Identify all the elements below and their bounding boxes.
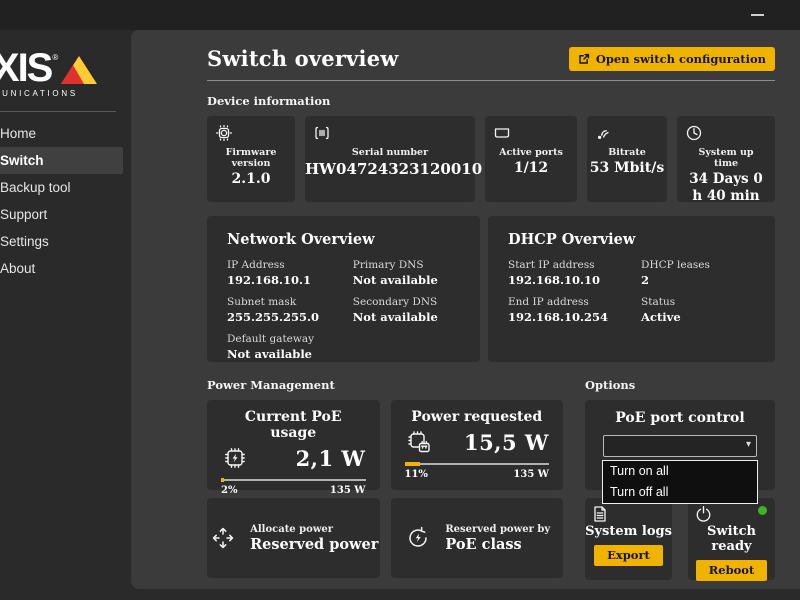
poe-usage-max: 135 W: [330, 485, 366, 496]
minimize-icon[interactable]: [751, 14, 764, 16]
axis-triangle-icon: [61, 56, 97, 84]
section-device-information: Device information: [207, 94, 775, 108]
dhcp-overview-card: DHCP Overview Start IP address 192.168.1…: [488, 216, 775, 362]
sidebar-item-switch[interactable]: Switch: [0, 147, 123, 174]
network-overview-title: Network Overview: [227, 231, 460, 248]
move-arrows-icon: [208, 523, 238, 553]
reserved-power-by-poe-class-tile[interactable]: Reserved power by PoE class: [391, 498, 564, 578]
default-gateway-field: Default gateway Not available: [227, 333, 343, 361]
axis-logo: AXIS ® COMMUNICATIONS: [0, 52, 130, 98]
page-title: Switch overview: [207, 46, 399, 71]
poe-class-value: PoE class: [445, 536, 550, 553]
header-divider: [207, 80, 775, 81]
export-button[interactable]: Export: [594, 545, 663, 566]
barcode-icon: [313, 124, 331, 142]
open-switch-configuration-label: Open switch configuration: [596, 52, 766, 66]
overview-row: Network Overview IP Address 192.168.10.1…: [207, 216, 775, 362]
system-logs-title: System logs: [585, 524, 672, 539]
ip-address-field: IP Address 192.168.10.1: [227, 259, 343, 287]
current-poe-usage-title: Current PoE usage: [221, 409, 366, 441]
bitrate-label: Bitrate: [587, 147, 667, 158]
chevron-down-icon: ▾: [746, 439, 751, 450]
window-titlebar: [0, 0, 800, 30]
start-ip-field: Start IP address 192.168.10.10: [508, 259, 631, 287]
sidebar-item-home[interactable]: Home: [0, 120, 130, 147]
system-up-time-value: 34 Days 0 h 40 min: [685, 171, 767, 205]
document-icon: [592, 505, 608, 523]
poe-port-control-select[interactable]: ▾: [603, 435, 757, 457]
firmware-version-value: 2.1.0: [207, 171, 295, 189]
dhcp-leases-field: DHCP leases 2: [641, 259, 755, 287]
dhcp-overview-title: DHCP Overview: [508, 231, 755, 248]
refresh-bolt-icon: [403, 523, 433, 553]
bitrate-card: Bitrate 53 Mbit/s: [587, 116, 667, 202]
switch-ready-card: Switch ready Reboot: [688, 498, 775, 580]
device-cards-row: Firmware version 2.1.0 Serial number HW0…: [207, 116, 775, 202]
serial-number-label: Serial number: [305, 147, 475, 158]
window-bottom-band: [0, 590, 800, 600]
secondary-dns-field: Secondary DNS Not available: [353, 296, 460, 324]
option-turn-off-all[interactable]: Turn off all: [603, 482, 757, 503]
end-ip-field: End IP address 192.168.10.254: [508, 296, 631, 324]
primary-dns-field: Primary DNS Not available: [353, 259, 460, 287]
allocate-power-label: Allocate power: [250, 524, 378, 535]
firmware-version-card: Firmware version 2.1.0: [207, 116, 295, 202]
allocate-power-value: Reserved power: [250, 536, 378, 553]
option-turn-on-all[interactable]: Turn on all: [603, 461, 757, 482]
main-panel: Switch overview Open switch configuratio…: [131, 30, 800, 589]
active-ports-card: Active ports 1/12: [485, 116, 577, 202]
chip-plug-icon: [405, 428, 433, 456]
system-up-time-card: System up time 34 Days 0 h 40 min: [677, 116, 775, 202]
power-requested-progressbar: [405, 462, 550, 466]
chip-gear-icon: [215, 124, 233, 142]
poe-port-control-dropdown-list: Turn on all Turn off all: [602, 460, 758, 504]
logo-wordmark: AXIS: [0, 52, 51, 84]
sidebar: AXIS ® COMMUNICATIONS Home Switch Backup…: [0, 30, 130, 590]
sidebar-item-backup-tool[interactable]: Backup tool: [0, 174, 130, 201]
sidebar-nav: Home Switch Backup tool Support Settings…: [0, 120, 130, 282]
serial-number-card: Serial number HW04724323120010: [305, 116, 475, 202]
system-up-time-label: System up time: [685, 147, 767, 169]
subnet-mask-field: Subnet mask 255.255.255.0: [227, 296, 343, 324]
power-requested-title: Power requested: [405, 409, 550, 425]
poe-port-control-title: PoE port control: [599, 410, 761, 426]
sidebar-divider: [0, 111, 116, 112]
logo-subtitle: COMMUNICATIONS: [0, 89, 130, 98]
status-ok-dot: [758, 506, 767, 515]
power-requested-card: Power requested 15,5 W: [391, 400, 564, 490]
reserved-power-by-label: Reserved power by: [445, 524, 550, 535]
section-options: Options: [585, 378, 775, 392]
sidebar-item-support[interactable]: Support: [0, 201, 130, 228]
system-logs-card: System logs Export: [585, 498, 672, 580]
bitrate-value: 53 Mbit/s: [587, 160, 667, 178]
signal-icon: [595, 124, 613, 142]
power-icon: [695, 505, 712, 522]
sidebar-item-about[interactable]: About: [0, 255, 130, 282]
clock-icon: [685, 124, 703, 142]
active-ports-value: 1/12: [485, 160, 577, 178]
switch-ready-title: Switch ready: [688, 524, 775, 554]
chip-bolt-icon: [221, 444, 249, 472]
reboot-button[interactable]: Reboot: [696, 560, 768, 581]
power-requested-percent: 11%: [405, 469, 428, 480]
open-switch-configuration-button[interactable]: Open switch configuration: [569, 47, 775, 71]
current-poe-usage-value: 2,1 W: [296, 446, 366, 471]
power-requested-max: 135 W: [513, 469, 549, 480]
external-link-icon: [578, 53, 590, 65]
poe-usage-progressbar: [221, 478, 366, 482]
poe-port-control-card: PoE port control ▾ Turn on all Turn off …: [585, 400, 775, 490]
dhcp-status-field: Status Active: [641, 296, 755, 324]
registered-mark: ®: [52, 53, 58, 62]
firmware-version-label: Firmware version: [207, 147, 295, 169]
poe-usage-percent: 2%: [221, 485, 237, 496]
power-requested-value: 15,5 W: [464, 430, 549, 455]
section-power-management: Power Management: [207, 378, 563, 392]
network-overview-card: Network Overview IP Address 192.168.10.1…: [207, 216, 480, 362]
sidebar-item-settings[interactable]: Settings: [0, 228, 130, 255]
display-icon: [493, 124, 511, 142]
current-poe-usage-card: Current PoE usage 2,1 W: [207, 400, 380, 490]
active-ports-label: Active ports: [485, 147, 577, 158]
serial-number-value: HW04724323120010: [305, 160, 475, 179]
allocate-power-tile[interactable]: Allocate power Reserved power: [207, 498, 380, 578]
